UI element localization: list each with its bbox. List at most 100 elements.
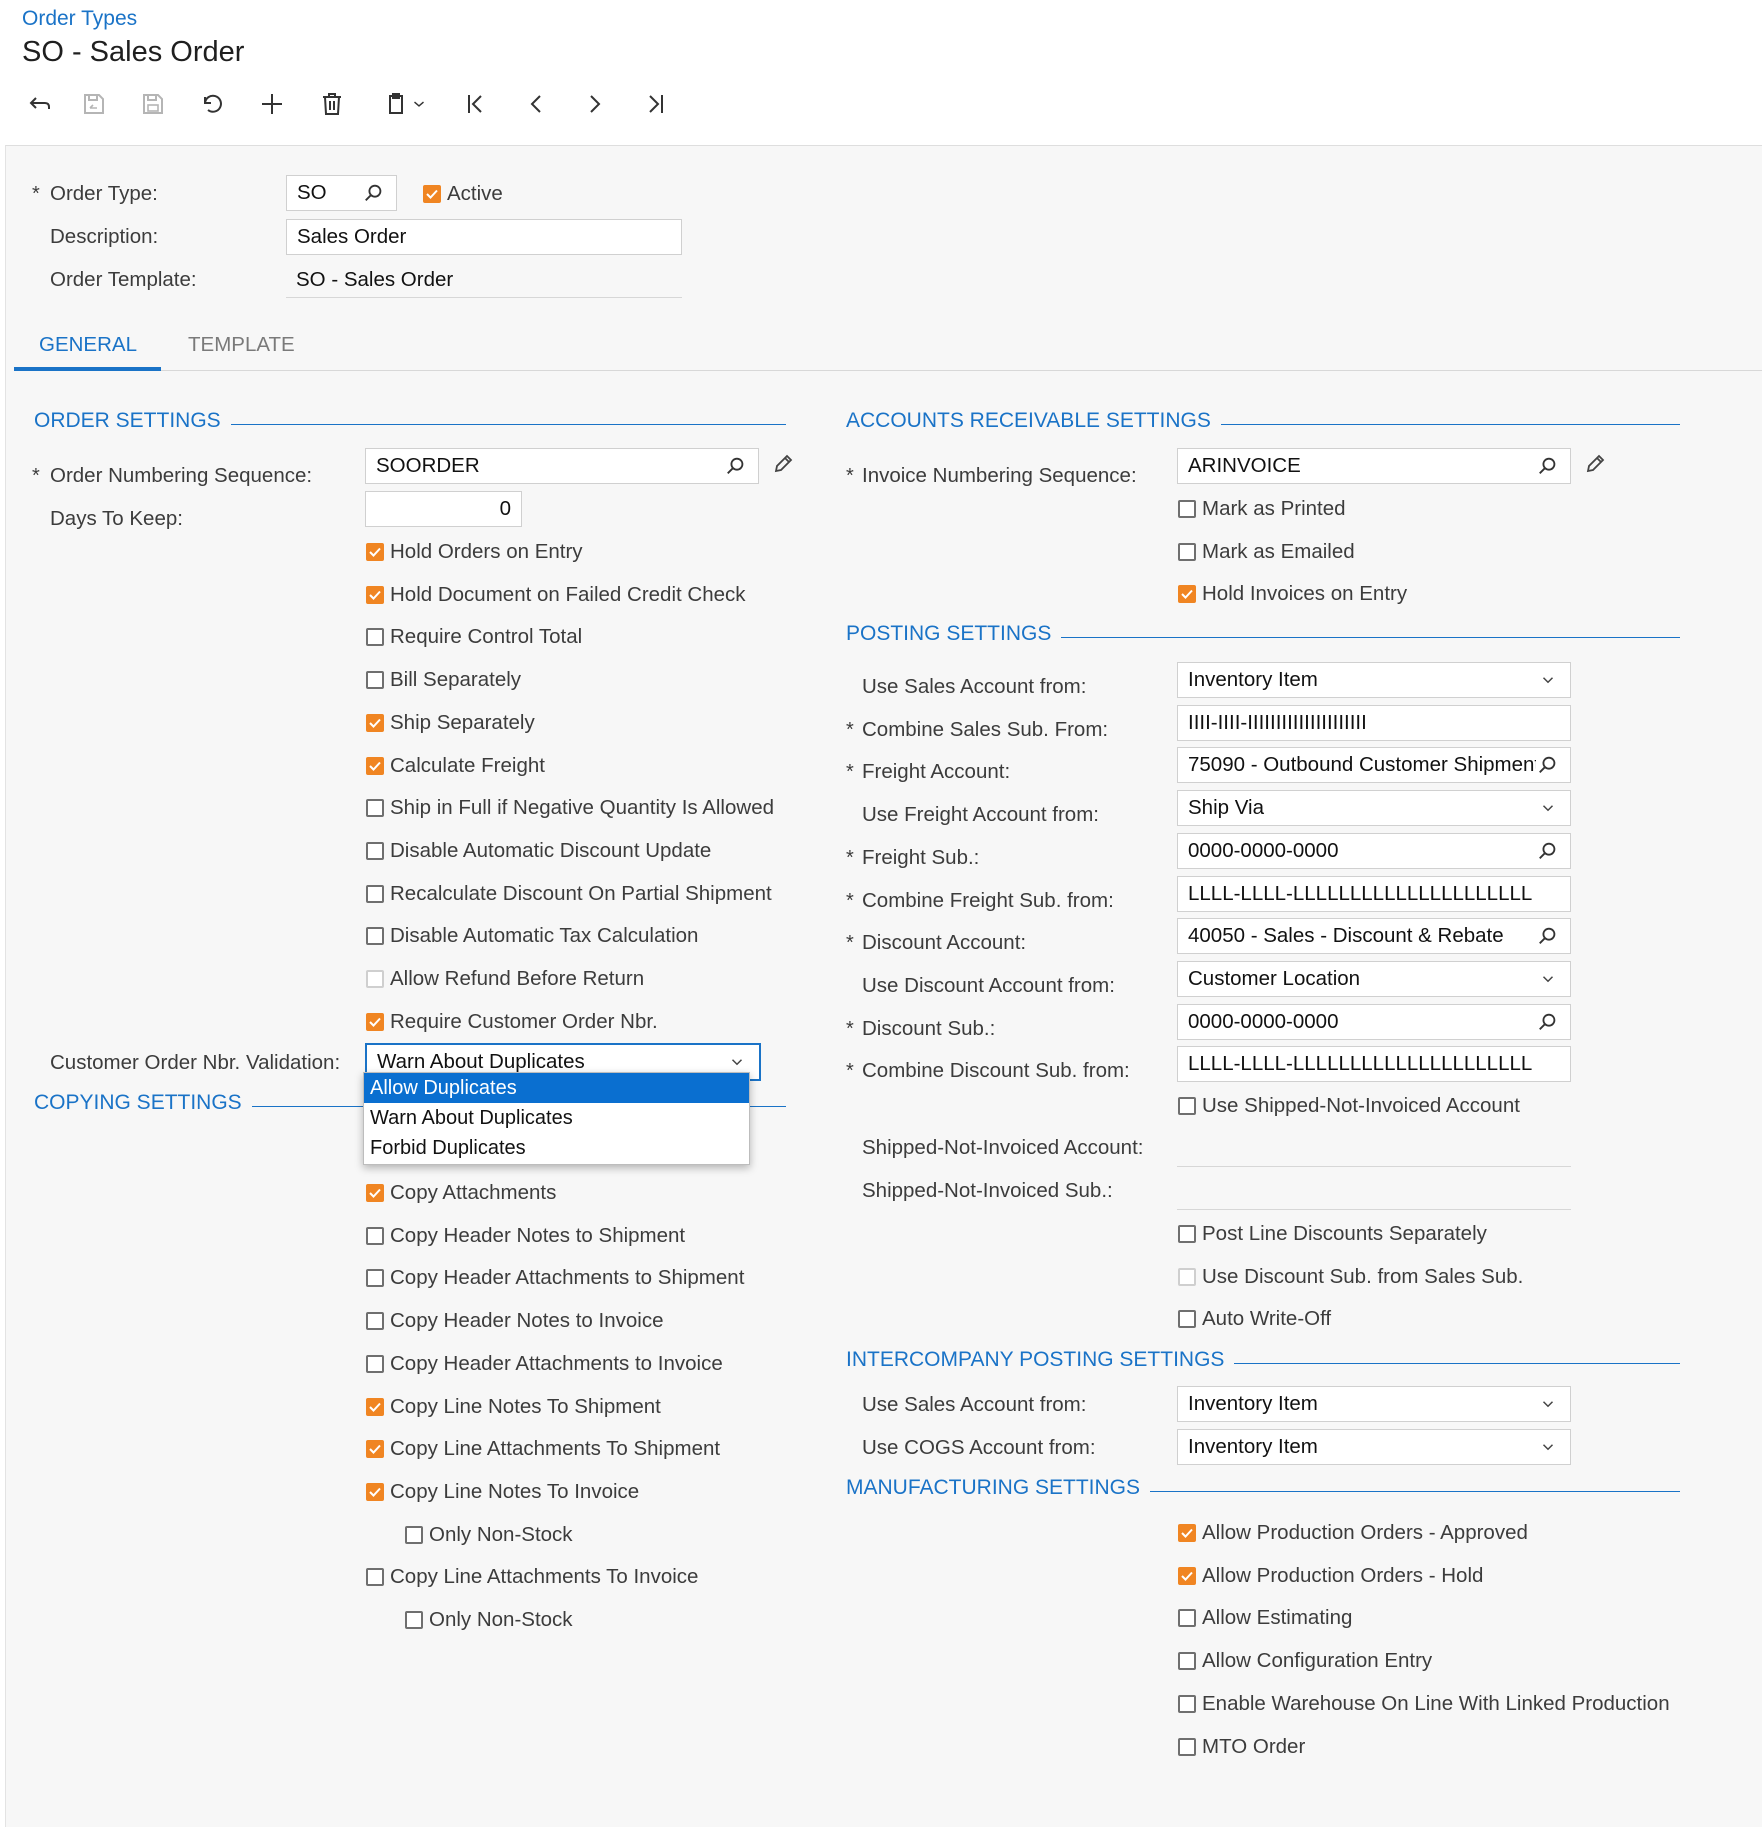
delete-button[interactable] xyxy=(310,84,354,124)
checkbox-row[interactable]: Require Customer Order Nbr. xyxy=(366,1010,658,1034)
checkbox-row[interactable]: Auto Write-Off xyxy=(1178,1307,1331,1331)
checkbox-row[interactable]: Hold Orders on Entry xyxy=(366,540,583,564)
search-icon[interactable] xyxy=(1536,1010,1560,1034)
undo-button[interactable] xyxy=(190,84,234,124)
checkbox-box[interactable] xyxy=(1178,1097,1196,1115)
checkbox-row[interactable]: Copy Header Attachments to Shipment xyxy=(366,1266,744,1290)
search-icon[interactable] xyxy=(724,454,748,478)
edit-pencil-icon[interactable] xyxy=(771,452,795,476)
posting-field-input[interactable]: IIII-IIII-IIIIIIIIIIIIIIIIIIIII xyxy=(1177,704,1571,741)
checkbox-row[interactable]: Mark as Printed xyxy=(1178,497,1346,521)
checkbox-row[interactable]: Copy Header Attachments to Invoice xyxy=(366,1352,723,1376)
checkbox-row[interactable]: Ship Separately xyxy=(366,711,535,735)
days-to-keep-field[interactable]: 0 xyxy=(365,491,522,527)
option-allow-duplicates[interactable]: Allow Duplicates xyxy=(364,1073,749,1103)
checkbox-row[interactable]: Recalculate Discount On Partial Shipment xyxy=(366,882,772,906)
checkbox-row[interactable]: MTO Order xyxy=(1178,1735,1305,1759)
use-sni-checkbox[interactable]: Use Shipped-Not-Invoiced Account xyxy=(1178,1094,1520,1118)
posting-field-input[interactable]: 0000-0000-0000 xyxy=(1177,832,1571,869)
checkbox-row[interactable]: Allow Estimating xyxy=(1178,1606,1352,1630)
posting-field-input[interactable]: 0000-0000-0000 xyxy=(1177,1003,1571,1040)
search-icon[interactable] xyxy=(1536,839,1560,863)
posting-field-input[interactable]: 75090 - Outbound Customer Shipment xyxy=(1177,747,1571,784)
checkbox-row[interactable]: Require Control Total xyxy=(366,625,582,649)
chevron-down-icon[interactable] xyxy=(1536,1435,1560,1459)
checkbox-box[interactable] xyxy=(366,1440,384,1459)
checkbox-row[interactable]: Allow Production Orders - Hold xyxy=(1178,1564,1483,1588)
description-field[interactable]: Sales Order xyxy=(286,219,682,255)
checkbox-row[interactable]: Copy Header Notes to Shipment xyxy=(366,1224,685,1248)
checkbox-row[interactable]: Copy Line Notes To Invoice xyxy=(366,1480,639,1504)
checkbox-box[interactable] xyxy=(366,884,384,903)
active-checkbox[interactable]: Active xyxy=(423,182,503,206)
checkbox-box[interactable] xyxy=(366,1312,384,1331)
chevron-down-icon[interactable] xyxy=(725,1050,749,1074)
checkbox-row[interactable]: Only Non-Stock xyxy=(405,1523,573,1547)
checkbox-row[interactable]: Disable Automatic Discount Update xyxy=(366,839,711,863)
back-button[interactable] xyxy=(18,84,62,124)
checkbox-box[interactable] xyxy=(1178,585,1196,604)
checkbox-box[interactable] xyxy=(1178,1566,1196,1585)
checkbox-row[interactable]: Allow Refund Before Return xyxy=(366,967,644,991)
checkbox-box[interactable] xyxy=(366,1184,384,1202)
add-button[interactable] xyxy=(250,84,294,124)
order-type-field[interactable]: SO xyxy=(286,175,397,211)
checkbox-row[interactable]: Copy Line Attachments To Shipment xyxy=(366,1437,720,1461)
checkbox-box[interactable] xyxy=(366,756,384,775)
checkbox-row[interactable]: Hold Invoices on Entry xyxy=(1178,582,1407,606)
search-icon[interactable] xyxy=(1536,454,1560,478)
breadcrumb[interactable]: Order Types xyxy=(22,7,137,31)
ic-sales-select[interactable]: Inventory Item xyxy=(1177,1386,1571,1422)
checkbox-box[interactable] xyxy=(405,1611,423,1629)
checkbox-row[interactable]: Copy Line Attachments To Invoice xyxy=(366,1565,698,1589)
checkbox-box[interactable] xyxy=(366,585,384,604)
option-forbid-duplicates[interactable]: Forbid Duplicates xyxy=(364,1133,749,1163)
chevron-down-icon[interactable] xyxy=(1536,1392,1560,1416)
tab-general[interactable]: GENERAL xyxy=(39,333,137,357)
checkbox-row[interactable]: Hold Document on Failed Credit Check xyxy=(366,583,746,607)
checkbox-box[interactable] xyxy=(366,1269,384,1288)
checkbox-box[interactable] xyxy=(366,1568,384,1587)
checkbox-box[interactable] xyxy=(1178,1267,1196,1286)
checkbox-box[interactable] xyxy=(366,841,384,860)
tab-template[interactable]: TEMPLATE xyxy=(188,333,295,357)
checkbox-box[interactable] xyxy=(1178,1310,1196,1329)
checkbox-row[interactable]: Ship in Full if Negative Quantity Is All… xyxy=(366,796,774,820)
checkbox-box[interactable] xyxy=(1178,1524,1196,1542)
checkbox-box[interactable] xyxy=(366,927,384,946)
checkbox-box[interactable] xyxy=(366,628,384,647)
copy-paste-button[interactable] xyxy=(370,84,440,124)
checkbox-row[interactable]: Post Line Discounts Separately xyxy=(1178,1222,1487,1246)
next-button[interactable] xyxy=(573,84,617,124)
checkbox-box[interactable] xyxy=(366,1397,384,1416)
checkbox-row[interactable]: Use Discount Sub. from Sales Sub. xyxy=(1178,1265,1523,1289)
checkbox-row[interactable]: Copy Attachments xyxy=(366,1181,556,1205)
checkbox-box[interactable] xyxy=(366,671,384,690)
checkbox-box[interactable] xyxy=(366,713,384,732)
checkbox-row[interactable]: Calculate Freight xyxy=(366,754,545,778)
search-icon[interactable] xyxy=(1536,924,1560,948)
chevron-down-icon[interactable] xyxy=(1536,796,1560,820)
checkbox-row[interactable]: Allow Configuration Entry xyxy=(1178,1649,1432,1673)
checkbox-row[interactable]: Enable Warehouse On Line With Linked Pro… xyxy=(1178,1692,1670,1716)
checkbox-box[interactable] xyxy=(1178,1609,1196,1628)
checkbox-row[interactable]: Only Non-Stock xyxy=(405,1608,573,1632)
checkbox-box[interactable] xyxy=(405,1525,423,1544)
checkbox-row[interactable]: Copy Line Notes To Shipment xyxy=(366,1395,661,1419)
checkbox-row[interactable]: Disable Automatic Tax Calculation xyxy=(366,924,698,948)
checkbox-box[interactable] xyxy=(1178,500,1196,518)
checkbox-box[interactable] xyxy=(1178,1652,1196,1671)
checkbox-row[interactable]: Allow Production Orders - Approved xyxy=(1178,1521,1528,1545)
option-warn-about-duplicates[interactable]: Warn About Duplicates xyxy=(364,1103,749,1133)
posting-field-input[interactable]: LLLL-LLLL-LLLLLLLLLLLLLLLLLLLLL xyxy=(1177,1046,1571,1083)
checkbox-row[interactable]: Bill Separately xyxy=(366,668,521,692)
checkbox-box[interactable] xyxy=(366,1482,384,1501)
chevron-down-icon[interactable] xyxy=(1536,668,1560,692)
posting-field-input[interactable]: 40050 - Sales - Discount & Rebate xyxy=(1177,918,1571,955)
posting-field-input[interactable]: LLLL-LLLL-LLLLLLLLLLLLLLLLLLLLL xyxy=(1177,875,1571,912)
checkbox-box[interactable] xyxy=(1178,1225,1196,1243)
chevron-down-icon[interactable] xyxy=(1536,967,1560,991)
save-close-button[interactable] xyxy=(72,84,116,124)
checkbox-row[interactable]: Mark as Emailed xyxy=(1178,540,1355,564)
previous-button[interactable] xyxy=(514,84,558,124)
